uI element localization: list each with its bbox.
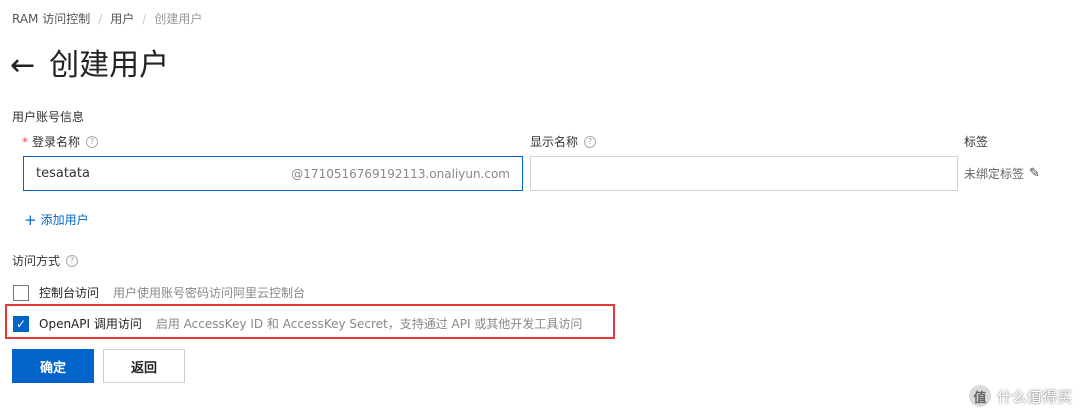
breadcrumb: RAM 访问控制 / 用户 / 创建用户 <box>12 10 202 27</box>
edit-pencil-icon[interactable]: ✎ <box>1029 166 1040 181</box>
access-method-heading-text: 访问方式 <box>12 254 61 268</box>
breadcrumb-item-users[interactable]: 用户 <box>110 10 134 27</box>
breadcrumb-item-current: 创建用户 <box>154 12 203 26</box>
openapi-access-description: 启用 AccessKey ID 和 AccessKey Secret，支持通过 … <box>155 317 583 331</box>
back-button[interactable]: 返回 <box>103 349 185 383</box>
login-name-value: tesatata <box>36 166 90 181</box>
access-method-heading: 访问方式 ? <box>12 252 79 269</box>
help-icon[interactable]: ? <box>86 135 99 148</box>
watermark-logo-icon: 值 <box>968 385 991 407</box>
breadcrumb-item-ram[interactable]: RAM 访问控制 <box>12 10 90 27</box>
console-access-option[interactable]: 控制台访问 用户使用账号密码访问阿里云控制台 <box>13 284 305 301</box>
tags-value: 未绑定标签 ✎ <box>964 165 1040 182</box>
required-mark: * <box>22 134 28 149</box>
breadcrumb-separator: / <box>98 11 103 26</box>
display-name-label-text: 显示名称 <box>530 135 579 149</box>
openapi-access-checkbox[interactable]: ✓ <box>13 315 29 332</box>
login-name-label: * 登录名称 ? <box>22 133 99 150</box>
console-access-checkbox[interactable] <box>13 284 29 301</box>
add-user-button[interactable]: + 添加用户 <box>24 211 89 228</box>
console-access-label: 控制台访问 <box>39 286 100 300</box>
login-name-label-text: 登录名称 <box>32 135 81 149</box>
login-name-domain-suffix: @1710516769192113.onaliyun.com <box>291 166 510 181</box>
login-name-input[interactable]: tesatata @1710516769192113.onaliyun.com <box>23 156 523 191</box>
console-access-description: 用户使用账号密码访问阿里云控制台 <box>113 286 306 300</box>
help-icon[interactable]: ? <box>66 254 79 267</box>
page-title: 创建用户 <box>49 48 170 83</box>
breadcrumb-separator: / <box>142 11 147 26</box>
openapi-access-label: OpenAPI 调用访问 <box>39 317 142 331</box>
openapi-access-option[interactable]: ✓ OpenAPI 调用访问 启用 AccessKey ID 和 AccessK… <box>13 315 582 332</box>
page-header: ← 创建用户 <box>10 48 169 84</box>
back-arrow-icon[interactable]: ← <box>10 48 35 84</box>
help-icon[interactable]: ? <box>584 135 597 148</box>
account-section-heading: 用户账号信息 <box>12 110 85 124</box>
confirm-button[interactable]: 确定 <box>12 349 94 383</box>
watermark: 值 什么值得买 <box>968 385 1072 407</box>
tags-label: 标签 <box>964 135 989 149</box>
watermark-text: 什么值得买 <box>996 387 1072 406</box>
plus-icon: + <box>24 210 37 229</box>
display-name-input[interactable] <box>530 156 958 191</box>
display-name-label: 显示名称 ? <box>530 133 597 150</box>
tags-status-text: 未绑定标签 <box>964 167 1025 181</box>
add-user-label: 添加用户 <box>40 213 89 227</box>
